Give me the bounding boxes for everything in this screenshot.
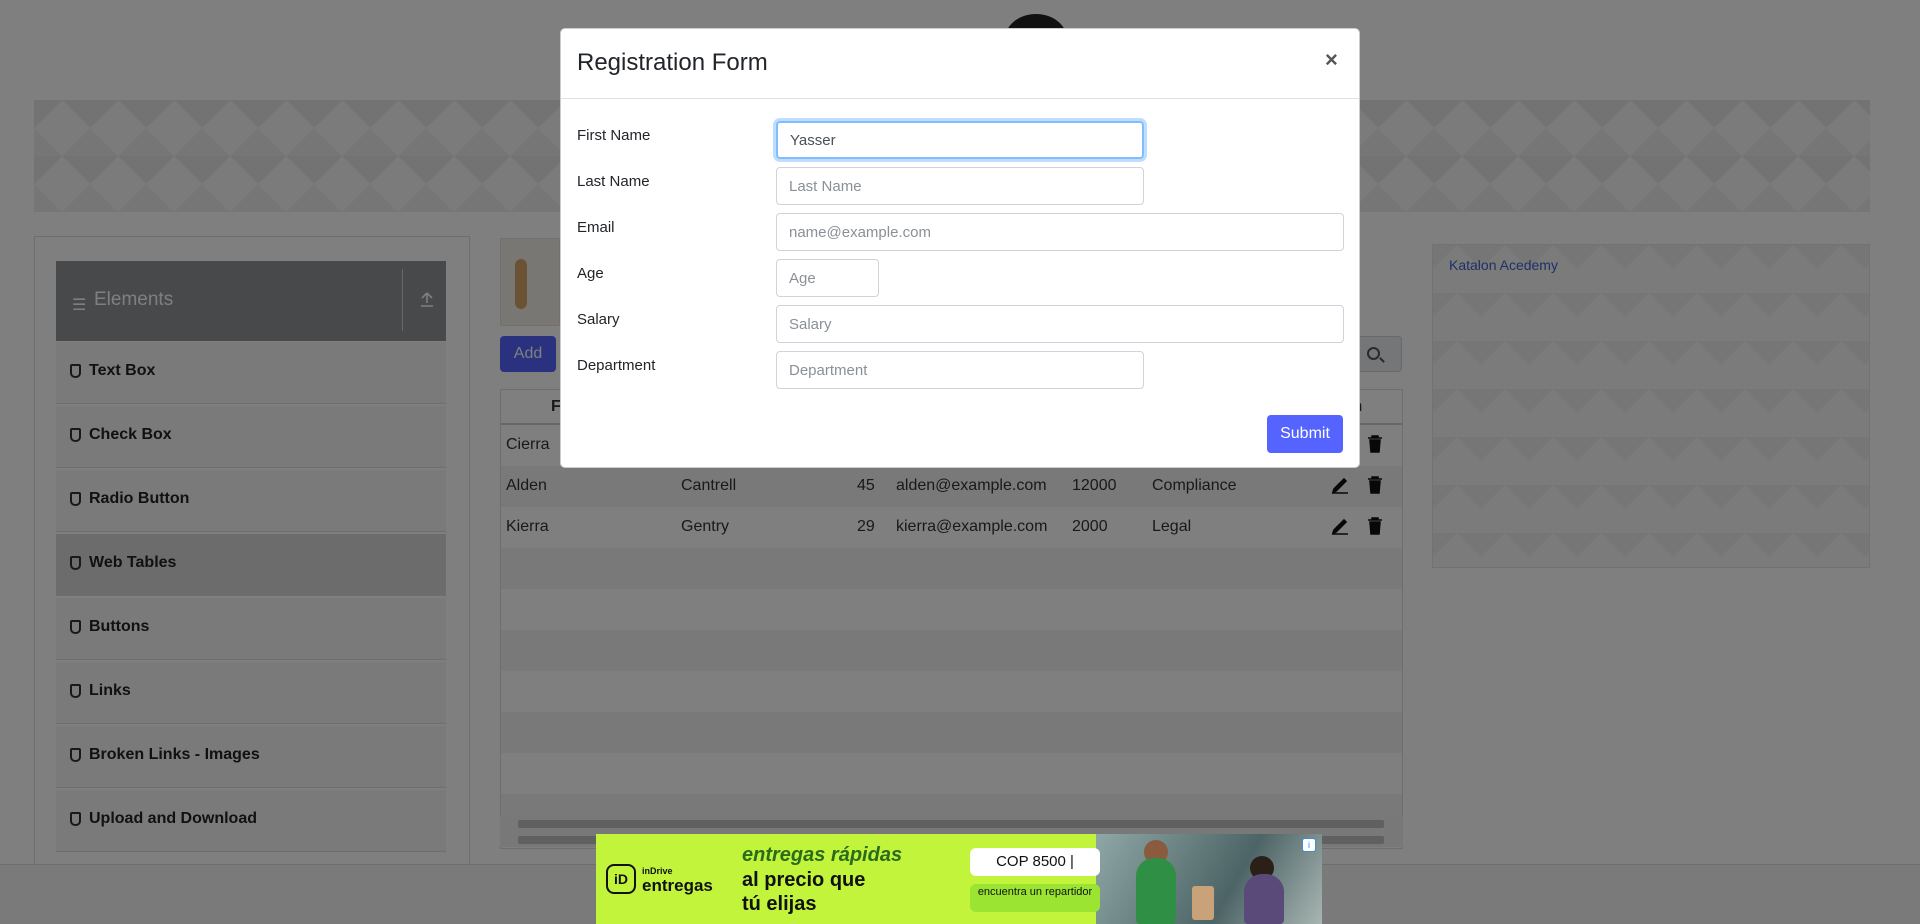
age-input[interactable]: [776, 259, 879, 297]
ad-brand-small: inDrive: [642, 866, 673, 876]
last-name-row: Last Name: [577, 167, 1347, 207]
department-label: Department: [577, 357, 656, 374]
email-label: Email: [577, 219, 615, 236]
ad-info-icon[interactable]: i: [1302, 838, 1316, 852]
first-name-label: First Name: [577, 127, 651, 144]
email-row: Email: [577, 213, 1347, 253]
ad-cta-button[interactable]: encuentra un repartidor: [970, 884, 1100, 912]
first-name-row: First Name: [577, 121, 1347, 161]
email-input[interactable]: [776, 213, 1344, 251]
bottom-banner-ad[interactable]: iD inDrive entregas entregas rápidas al …: [596, 834, 1322, 924]
ad-package: [1192, 886, 1214, 920]
ad-slogan-line2: al precio que: [742, 869, 866, 891]
ad-brand-large: entregas: [642, 876, 713, 895]
close-icon[interactable]: ×: [1325, 47, 1338, 73]
indrive-logo-icon: iD: [606, 864, 636, 894]
ad-slogan-line3: tú elijas: [742, 893, 817, 915]
salary-input[interactable]: [776, 305, 1344, 343]
last-name-label: Last Name: [577, 173, 650, 190]
department-input[interactable]: [776, 351, 1144, 389]
first-name-input[interactable]: [776, 121, 1144, 159]
ad-person: [1244, 874, 1284, 924]
modal-header: Registration Form ×: [561, 29, 1359, 99]
ad-person: [1136, 858, 1176, 924]
last-name-input[interactable]: [776, 167, 1144, 205]
ad-price-field[interactable]: COP 8500 |: [970, 848, 1100, 876]
submit-button[interactable]: Submit: [1267, 415, 1343, 453]
age-row: Age: [577, 259, 1347, 299]
salary-row: Salary: [577, 305, 1347, 345]
age-label: Age: [577, 265, 604, 282]
ad-slogan-line1: entregas rápidas: [742, 844, 903, 866]
department-row: Department: [577, 351, 1347, 391]
salary-label: Salary: [577, 311, 620, 328]
modal-title: Registration Form: [577, 49, 768, 76]
registration-modal: Registration Form × First Name Last Name…: [560, 28, 1360, 468]
